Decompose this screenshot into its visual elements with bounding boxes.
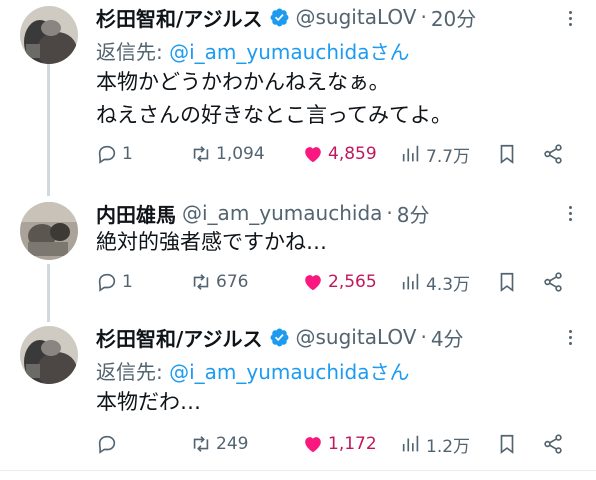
retweet-button[interactable]: 1,094 — [190, 140, 265, 168]
retweet-count: 249 — [216, 434, 249, 454]
views-icon — [402, 435, 419, 452]
views-button[interactable]: 7.7万 — [400, 140, 470, 168]
more-icon[interactable] — [564, 6, 576, 30]
like-button[interactable]: 2,565 — [302, 268, 377, 296]
views-count: 7.7万 — [426, 146, 471, 167]
avatar[interactable] — [20, 326, 78, 384]
action-bar: 249 1,172 1.2万 — [96, 430, 576, 458]
reply-to-label: 返信先: — [96, 360, 170, 384]
reply-to-label: 返信先: — [96, 40, 170, 64]
handle[interactable]: @i_am_yumauchida — [182, 201, 382, 225]
views-button[interactable]: 4.3万 — [400, 268, 470, 296]
retweet-count: 676 — [216, 272, 249, 292]
views-icon — [402, 273, 419, 290]
tweet-text-line: 本物かどうかわかんねえなぁ。 — [96, 70, 390, 94]
retweet-icon — [193, 436, 209, 452]
separator-dot: · — [420, 325, 427, 349]
reply-icon — [98, 145, 116, 164]
thread-line — [47, 264, 50, 322]
reply-icon — [98, 435, 116, 454]
like-button[interactable]: 4,859 — [302, 140, 377, 168]
separator-dot: · — [386, 201, 393, 225]
timestamp[interactable]: 20分 — [431, 3, 476, 32]
reply-to-mention[interactable]: @i_am_yumauchidaさん — [169, 40, 409, 64]
retweet-button[interactable]: 676 — [190, 268, 248, 296]
verified-badge-icon — [269, 7, 290, 28]
tweet-text: 絶対的強者感ですかね… — [96, 226, 327, 259]
handle[interactable]: @sugitaLOV — [296, 325, 417, 349]
share-button[interactable] — [542, 268, 564, 296]
avatar-image — [20, 6, 78, 64]
tweet-header: 杉田智和/アジルス @sugitaLOV · 4分 — [96, 322, 464, 352]
like-count: 1,172 — [328, 434, 377, 454]
bookmark-icon — [500, 144, 514, 164]
display-name[interactable]: 杉田智和/アジルス — [96, 323, 263, 352]
tweet-text-line: 本物だわ… — [96, 390, 201, 414]
divider — [0, 470, 596, 471]
more-icon[interactable] — [564, 201, 576, 225]
thread-view: 杉田智和/アジルス @sugitaLOV · 20分 返信先: @i_am_yu… — [0, 0, 596, 480]
tweet-header: 杉田智和/アジルス @sugitaLOV · 20分 — [96, 2, 476, 32]
avatar-image — [20, 326, 78, 384]
views-icon — [402, 145, 419, 162]
bookmark-icon — [500, 434, 514, 454]
reply-count: 1 — [122, 272, 133, 292]
timestamp[interactable]: 8分 — [397, 199, 430, 228]
thread-line — [47, 64, 50, 196]
like-icon — [305, 275, 321, 291]
avatar-image — [20, 202, 78, 260]
bookmark-icon — [500, 272, 514, 292]
reply-count: 1 — [122, 144, 133, 164]
views-count: 1.2万 — [426, 436, 471, 457]
bookmark-button[interactable] — [496, 430, 518, 458]
views-count: 4.3万 — [426, 274, 471, 295]
display-name[interactable]: 内田雄馬 — [96, 199, 176, 228]
avatar[interactable] — [20, 202, 78, 260]
retweet-button[interactable]: 249 — [190, 430, 248, 458]
reply-icon — [98, 273, 116, 292]
reply-button[interactable]: 1 — [96, 140, 133, 168]
tweet-text-line: ねえさんの好きなとこ言ってみてよ。 — [96, 103, 452, 127]
handle[interactable]: @sugitaLOV — [296, 5, 417, 29]
action-bar: 1 676 2,565 4.3万 — [96, 268, 576, 296]
share-icon — [544, 434, 562, 454]
views-button[interactable]: 1.2万 — [400, 430, 470, 458]
reply-button[interactable] — [96, 430, 122, 458]
action-bar: 1 1,094 4,859 7.7万 — [96, 140, 576, 168]
more-icon[interactable] — [564, 325, 576, 349]
tweet-header: 内田雄馬 @i_am_yumauchida · 8分 — [96, 198, 430, 228]
retweet-icon — [193, 274, 209, 290]
bookmark-button[interactable] — [496, 140, 518, 168]
reply-to: 返信先: @i_am_yumauchidaさん — [96, 36, 410, 65]
reply-to-mention[interactable]: @i_am_yumauchidaさん — [169, 360, 409, 384]
tweet-text-line: 絶対的強者感ですかね… — [96, 230, 327, 254]
avatar[interactable] — [20, 6, 78, 64]
share-button[interactable] — [542, 430, 564, 458]
bookmark-button[interactable] — [496, 268, 518, 296]
like-button[interactable]: 1,172 — [302, 430, 377, 458]
share-icon — [544, 272, 562, 292]
like-icon — [305, 147, 321, 163]
like-count: 2,565 — [328, 272, 377, 292]
tweet-text: 本物かどうかわかんねえなぁ。 ねえさんの好きなとこ言ってみてよ。 — [96, 66, 452, 132]
timestamp[interactable]: 4分 — [431, 323, 464, 352]
like-count: 4,859 — [328, 144, 377, 164]
share-icon — [544, 144, 562, 164]
share-button[interactable] — [542, 140, 564, 168]
reply-button[interactable]: 1 — [96, 268, 133, 296]
separator-dot: · — [420, 5, 427, 29]
display-name[interactable]: 杉田智和/アジルス — [96, 3, 263, 32]
retweet-count: 1,094 — [216, 144, 265, 164]
verified-badge-icon — [269, 327, 290, 348]
retweet-icon — [193, 146, 209, 162]
tweet-text: 本物だわ… — [96, 386, 201, 419]
like-icon — [305, 437, 321, 453]
reply-to: 返信先: @i_am_yumauchidaさん — [96, 356, 410, 385]
